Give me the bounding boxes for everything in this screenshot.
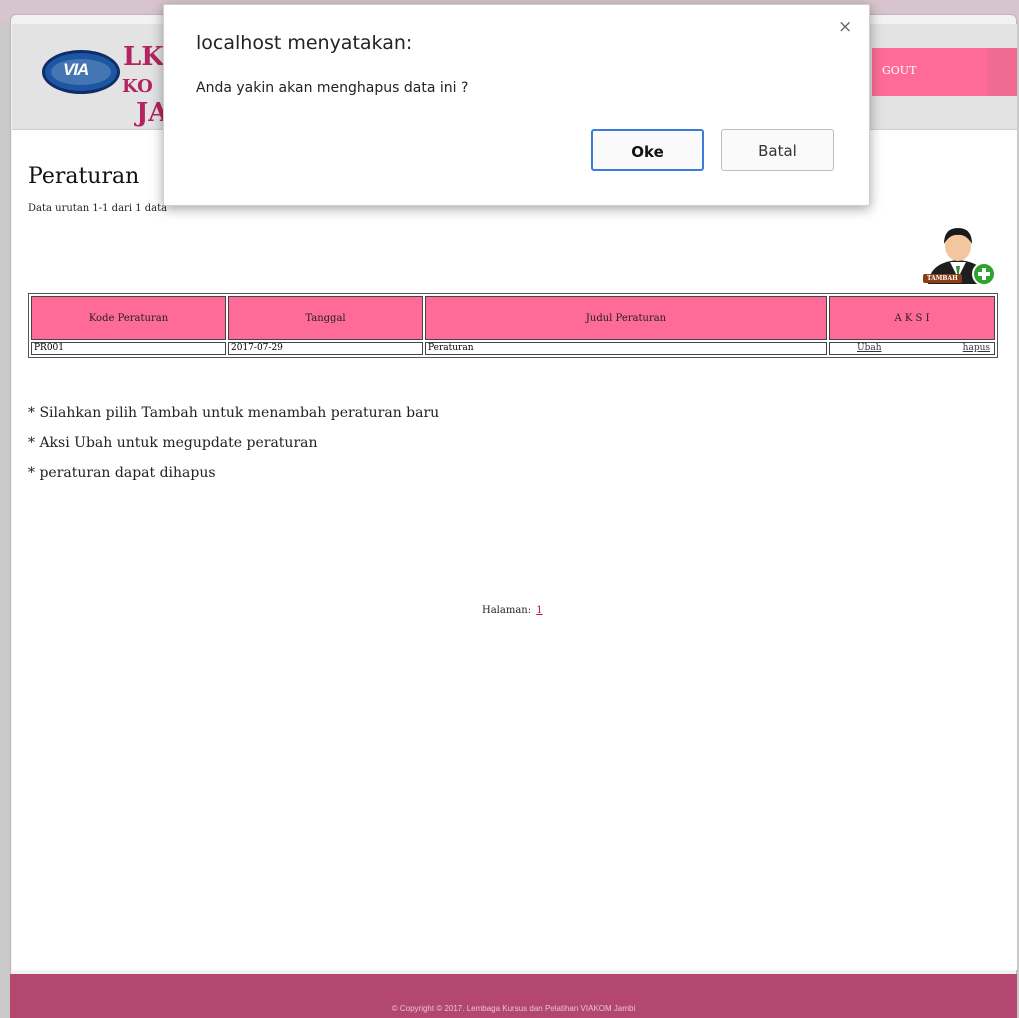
site-footer: © Copyright © 2017. Lembaga Kursus dan P… xyxy=(10,974,1017,1018)
rules-table: Kode Peraturan Tanggal Judul Peraturan A… xyxy=(28,293,998,358)
brand-text-line1: LK xyxy=(123,42,164,72)
confirm-dialog: localhost menyatakan: Anda yakin akan me… xyxy=(163,4,870,206)
close-icon[interactable]: × xyxy=(838,17,852,37)
logo-text: VIA xyxy=(63,60,89,79)
dialog-title: localhost menyatakan: xyxy=(196,32,413,54)
delete-link[interactable]: hapus xyxy=(963,343,990,354)
cell-kode: PR001 xyxy=(31,342,226,355)
note-item: * Silahkan pilih Tambah untuk menambah p… xyxy=(28,405,440,421)
footer-copyright: © Copyright © 2017. Lembaga Kursus dan P… xyxy=(391,1004,636,1013)
cancel-button[interactable]: Batal xyxy=(721,129,834,171)
col-header-aksi: A K S I xyxy=(829,296,995,340)
logout-link[interactable]: GOUT xyxy=(882,64,916,77)
dialog-message: Anda yakin akan menghapus data ini ? xyxy=(196,80,469,96)
add-rule-button[interactable]: TAMBAH xyxy=(920,222,998,290)
brand-text-line2: KO xyxy=(122,76,153,97)
help-notes: * Silahkan pilih Tambah untuk menambah p… xyxy=(28,398,439,488)
col-header-tanggal: Tanggal xyxy=(228,296,423,340)
cell-judul: Peraturan xyxy=(425,342,827,355)
table-header-row: Kode Peraturan Tanggal Judul Peraturan A… xyxy=(31,296,995,340)
cell-aksi: Ubah hapus xyxy=(829,342,995,355)
table-row: PR001 2017-07-29 Peraturan Ubah hapus xyxy=(31,342,995,355)
pagination-label: Halaman: xyxy=(482,605,532,616)
pagination: Halaman: 1 xyxy=(482,605,543,616)
nav-bar: GOUT xyxy=(872,48,1017,96)
page-link-1[interactable]: 1 xyxy=(536,605,542,616)
main-content: Peraturan Data urutan 1-1 dari 1 data TA… xyxy=(12,130,1017,970)
ok-button[interactable]: Oke xyxy=(591,129,704,171)
page-title: Peraturan xyxy=(28,164,140,189)
col-header-judul: Judul Peraturan xyxy=(425,296,827,340)
col-header-kode: Kode Peraturan xyxy=(31,296,226,340)
note-item: * peraturan dapat dihapus xyxy=(28,465,216,481)
note-item: * Aksi Ubah untuk megupdate peraturan xyxy=(28,435,318,451)
nav-bar-end xyxy=(987,48,1017,96)
data-range-info: Data urutan 1-1 dari 1 data xyxy=(28,203,168,214)
add-rule-label: TAMBAH xyxy=(923,274,962,283)
edit-link[interactable]: Ubah xyxy=(857,343,882,354)
cell-tanggal: 2017-07-29 xyxy=(228,342,423,355)
